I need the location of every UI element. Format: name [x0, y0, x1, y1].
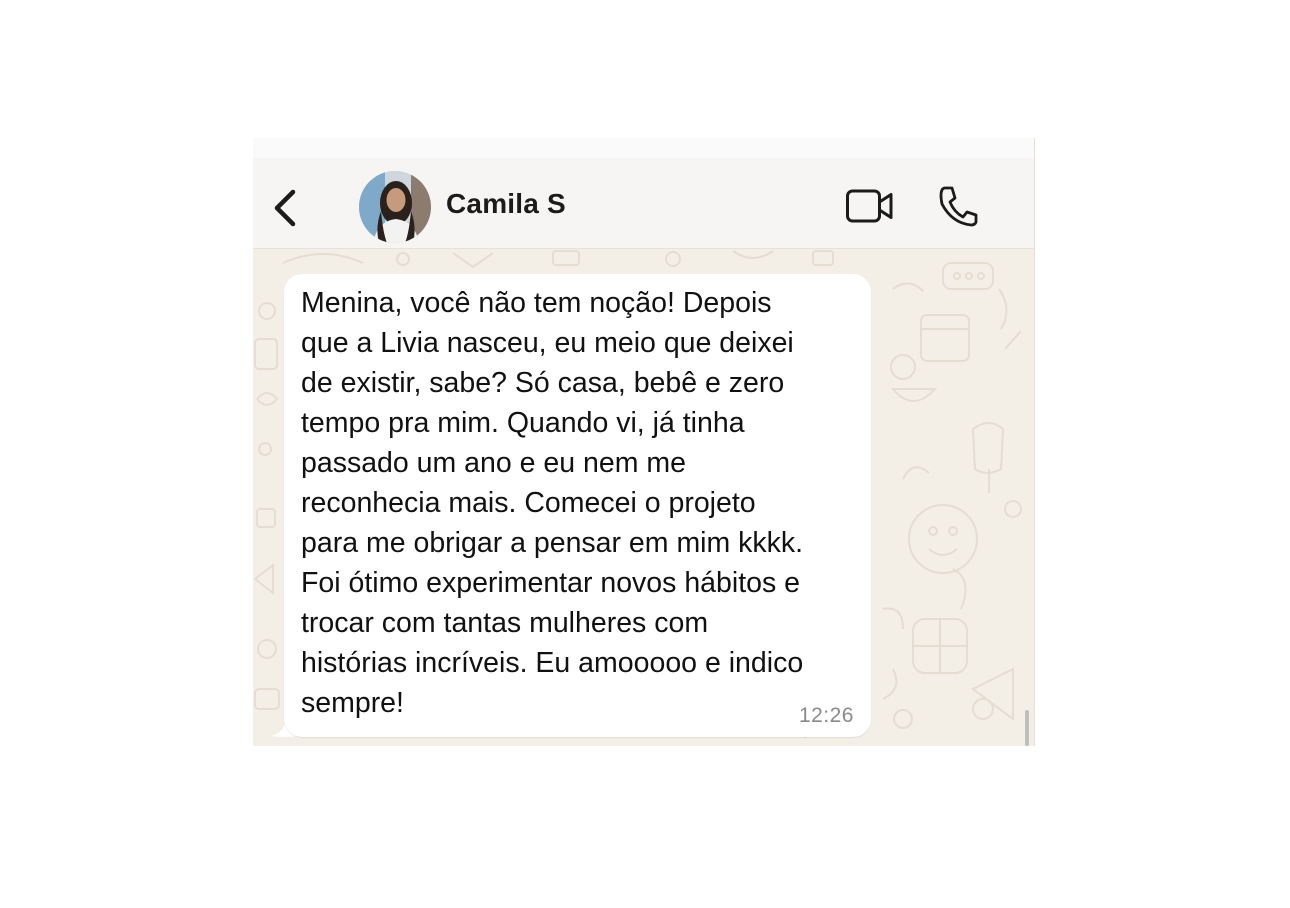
chevron-left-icon: [274, 189, 296, 227]
phone-icon: [939, 186, 978, 227]
window-edge: [1034, 138, 1035, 746]
video-call-button[interactable]: [845, 186, 895, 226]
chat-window: Camila S Menina, você não tem noção! Dep…: [253, 138, 1035, 746]
voice-call-button[interactable]: [937, 184, 979, 228]
avatar[interactable]: [359, 171, 431, 243]
header-top-strip: [253, 138, 1035, 158]
back-button[interactable]: [267, 186, 307, 230]
contact-photo: [359, 171, 431, 243]
video-camera-icon: [846, 189, 893, 223]
message-bubble[interactable]: Menina, você não tem noção! Depois que a…: [284, 274, 871, 737]
scroll-indicator[interactable]: [1025, 710, 1029, 746]
contact-name[interactable]: Camila S: [446, 188, 566, 220]
message-timestamp: 12:26: [798, 704, 854, 727]
chat-header: Camila S: [253, 158, 1035, 249]
message-text: Menina, você não tem noção! Depois que a…: [301, 287, 804, 719]
